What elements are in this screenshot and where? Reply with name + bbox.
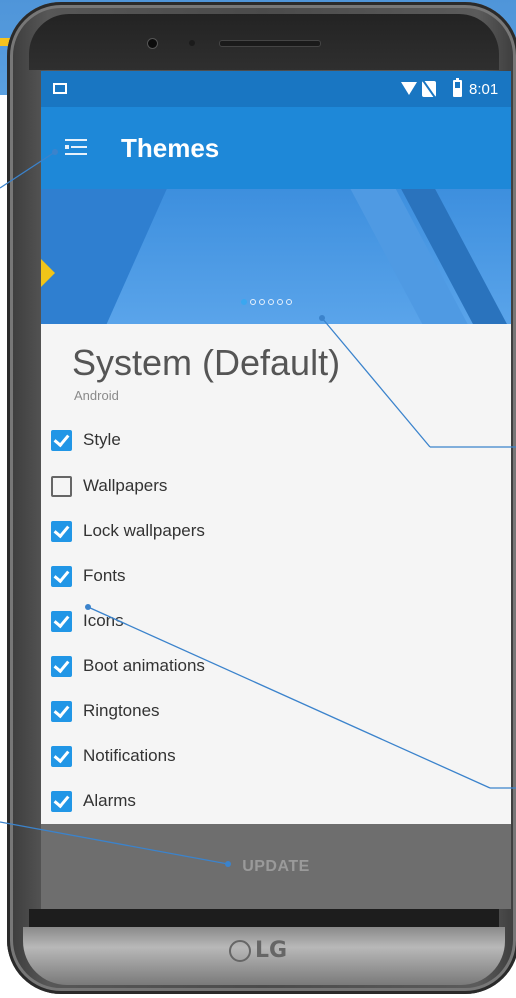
brand-logo: LG [229,938,287,963]
option-wallpapers[interactable]: Wallpapers [51,473,167,499]
banner-shape [41,189,169,324]
fonts-checkbox[interactable] [51,565,72,587]
option-style[interactable]: Style [51,427,121,453]
option-icons[interactable]: Icons [51,608,124,634]
page-dot[interactable] [268,299,274,305]
boot-animations-checkbox[interactable] [51,655,72,677]
option-boot-animations[interactable]: Boot animations [51,653,205,679]
page-dot[interactable] [286,299,292,305]
page-dot[interactable] [259,299,265,305]
lock-wallpapers-checkbox[interactable] [51,520,72,542]
lg-circle-icon [229,939,251,962]
option-lock-wallpapers[interactable]: Lock wallpapers [51,518,205,544]
ringtones-checkbox[interactable] [51,700,72,722]
icons-checkbox[interactable] [51,610,72,632]
theme-name: System (Default) [72,342,341,383]
page-dot[interactable] [241,299,247,305]
no-sim-icon [422,81,436,97]
theme-details: System (Default) Android Style Wallpaper… [41,324,511,824]
bottom-bezel [29,909,499,929]
style-checkbox[interactable] [51,429,72,451]
option-ringtones[interactable]: Ringtones [51,698,160,724]
banner-yellow-triangle [41,229,55,317]
screenshot-icon [53,83,67,94]
preview-page-indicator[interactable] [241,299,292,305]
option-fonts[interactable]: Fonts [51,563,126,589]
proximity-sensor [189,40,195,46]
status-time: 8:01 [469,81,499,98]
theme-preview-banner[interactable] [41,189,511,324]
option-notifications[interactable]: Notifications [51,743,176,769]
update-button[interactable]: UPDATE [41,824,511,909]
front-camera [147,38,158,49]
option-label: Style [83,430,121,449]
option-label: Fonts [83,566,126,585]
theme-package: Android [74,388,119,403]
page-dot[interactable] [277,299,283,305]
option-alarms[interactable]: Alarms [51,788,136,814]
notifications-checkbox[interactable] [51,745,72,767]
option-label: Icons [83,611,124,630]
option-label: Wallpapers [83,476,168,495]
phone-screen: 8:01 Themes System (Default) Android Sty… [41,71,511,909]
battery-icon [453,78,462,97]
update-button-label: UPDATE [242,857,310,875]
option-label: Ringtones [83,701,160,720]
status-bar: 8:01 [41,71,511,107]
option-label: Alarms [83,791,136,810]
earpiece-speaker [219,40,321,47]
app-title: Themes [121,133,220,163]
alarms-checkbox[interactable] [51,790,72,812]
option-label: Boot animations [83,656,205,675]
page-dot[interactable] [250,299,256,305]
wallpapers-checkbox[interactable] [51,475,72,497]
wifi-icon [401,82,417,95]
phone-body: 8:01 Themes System (Default) Android Sty… [7,2,516,994]
app-bar: Themes [41,107,511,189]
drawer-menu-icon[interactable] [65,139,87,155]
option-label: Notifications [83,746,176,765]
brand-name: LG [255,938,288,963]
option-label: Lock wallpapers [83,521,205,540]
